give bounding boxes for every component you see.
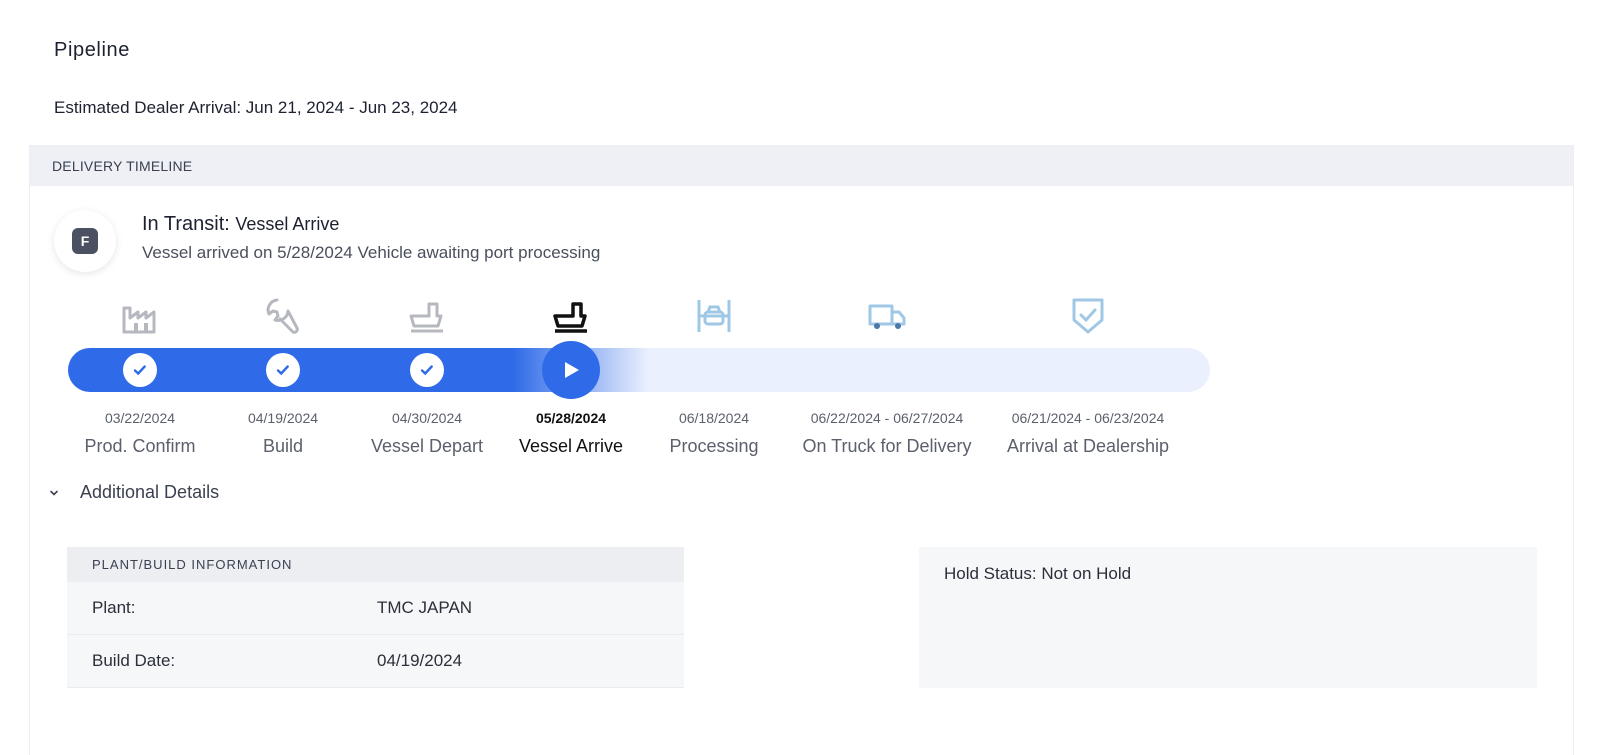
plant-build-header: PLANT/BUILD INFORMATION — [67, 547, 684, 582]
ship-icon — [409, 302, 443, 333]
step-date: 04/19/2024 — [247, 410, 319, 426]
car-processing-icon — [697, 300, 731, 332]
plant-value: TMC JAPAN — [377, 598, 473, 617]
status-description: Vessel arrived on 5/28/2024 Vehicle awai… — [142, 243, 601, 262]
step-label: Build — [262, 436, 304, 456]
page-title: Pipeline — [54, 39, 130, 61]
status-badge-container: F — [54, 210, 116, 272]
additional-details-label: Additional Details — [80, 482, 220, 502]
step-label: On Truck for Delivery — [802, 436, 972, 456]
check-icon — [133, 365, 146, 376]
step-date: 06/18/2024 — [678, 410, 750, 426]
ship-icon-current — [553, 302, 587, 333]
progress-track — [68, 348, 1210, 392]
step-icons — [30, 296, 1575, 336]
additional-details-toggle[interactable]: Additional Details — [48, 482, 219, 503]
table-row: Plant: TMC JAPAN — [67, 582, 684, 635]
step-label-current: Vessel Arrive — [518, 436, 624, 456]
factory-icon — [122, 306, 156, 334]
step-label: Arrival at Dealership — [1006, 436, 1170, 456]
current-step-marker — [542, 341, 600, 399]
check-icon — [420, 365, 433, 376]
hold-status-text: Hold Status: Not on Hold — [944, 564, 1132, 583]
estimated-arrival: Estimated Dealer Arrival: Jun 21, 2024 -… — [54, 98, 458, 117]
step-label: Prod. Confirm — [84, 436, 196, 456]
status-prefix: In Transit: — [142, 213, 230, 235]
wrench-icon — [266, 298, 299, 334]
step-date-current: 05/28/2024 — [535, 410, 607, 426]
step-label: Processing — [669, 436, 759, 456]
plant-key: Plant: — [92, 598, 136, 617]
check-icon — [276, 365, 289, 376]
step-date: 06/22/2024 - 06/27/2024 — [810, 410, 964, 426]
step-check-1 — [123, 353, 157, 387]
timeline-header: DELIVERY TIMELINE — [30, 146, 1573, 186]
build-date-key: Build Date: — [92, 651, 176, 670]
chevron-down-icon — [50, 490, 58, 496]
step-date: 06/21/2024 - 06/23/2024 — [1011, 410, 1165, 426]
truck-icon — [868, 304, 906, 329]
step-label: Vessel Depart — [370, 436, 484, 456]
status-line: In Transit: Vessel Arrive — [142, 213, 339, 236]
step-date: 04/30/2024 — [391, 410, 463, 426]
table-row: Build Date: 04/19/2024 — [67, 635, 684, 688]
hold-status-panel: Hold Status: Not on Hold — [919, 547, 1537, 688]
play-icon — [565, 362, 579, 378]
plant-build-panel: PLANT/BUILD INFORMATION Plant: TMC JAPAN… — [67, 547, 684, 688]
step-check-3 — [410, 353, 444, 387]
step-check-2 — [266, 353, 300, 387]
status-stage: Vessel Arrive — [235, 214, 340, 234]
step-date: 03/22/2024 — [104, 410, 176, 426]
shield-check-icon — [1072, 298, 1104, 334]
status-badge: F — [72, 228, 98, 254]
delivery-timeline-card: DELIVERY TIMELINE F In Transit: Vessel A… — [29, 145, 1574, 755]
build-date-value: 04/19/2024 — [377, 651, 463, 670]
